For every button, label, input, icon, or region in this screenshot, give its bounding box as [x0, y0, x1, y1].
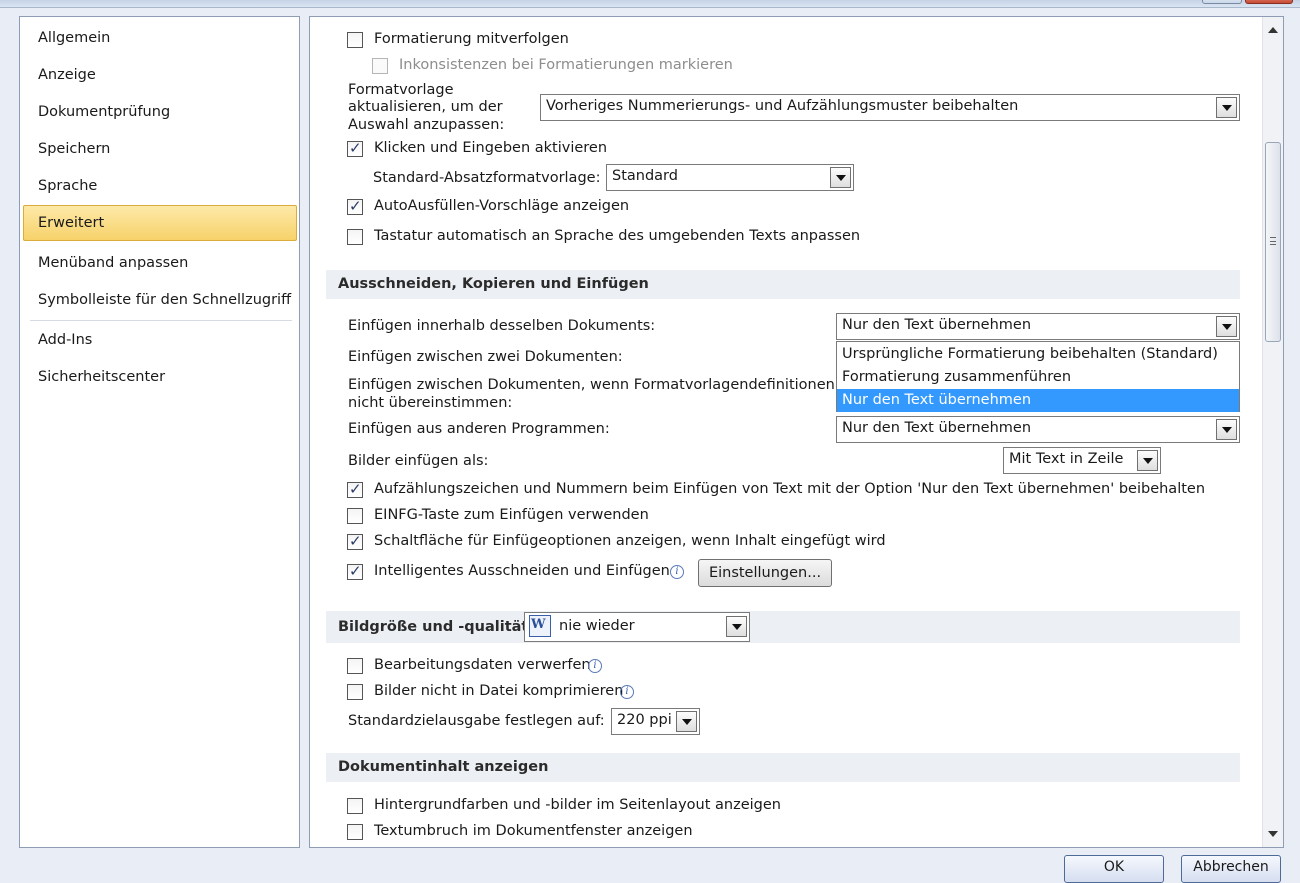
paste-conflict-label-line2: nicht übereinstimmen: — [348, 395, 513, 411]
paste-within-doc-value: Nur den Text übernehmen — [842, 317, 1032, 333]
chevron-down-icon[interactable] — [830, 167, 851, 188]
ok-button[interactable]: OK — [1064, 855, 1164, 883]
sidebar-item-allgemein[interactable]: Allgemein — [38, 30, 110, 46]
paste-options-dropdown-list[interactable]: Ursprüngliche Formatierung beibehalten (… — [836, 341, 1240, 412]
no-compress-label: Bilder nicht in Datei komprimieren — [374, 683, 624, 699]
sidebar-item-dokumentpruefung[interactable]: Dokumentprüfung — [38, 104, 170, 120]
chevron-down-icon[interactable] — [1216, 419, 1237, 440]
image-quality-document-dropdown[interactable]: nie wieder — [524, 612, 750, 642]
chevron-down-icon[interactable] — [676, 711, 697, 732]
vertical-scrollbar[interactable] — [1262, 17, 1283, 847]
keyboard-lang-label: Tastatur automatisch an Sprache des umge… — [374, 228, 861, 244]
image-quality-title: Bildgröße und -qualität — [338, 619, 529, 635]
word-document-icon — [529, 615, 551, 637]
default-para-style-dropdown[interactable]: Standard — [606, 164, 854, 191]
chevron-down-icon[interactable] — [1216, 316, 1237, 337]
style-update-dropdown[interactable]: Vorheriges Nummerierungs- und Aufzählung… — [540, 94, 1240, 121]
sidebar-item-erweitert[interactable]: Erweitert — [23, 205, 297, 241]
scroll-down-icon[interactable] — [1268, 831, 1278, 837]
paste-between-docs-label: Einfügen zwischen zwei Dokumenten: — [348, 349, 623, 365]
default-target-label: Standardzielausgabe festlegen auf: — [348, 713, 605, 729]
click-and-type-checkbox[interactable] — [347, 139, 363, 157]
text-wrap-label: Textumbruch im Dokumentfenster anzeigen — [374, 823, 693, 839]
keep-bullets-label: Aufzählungszeichen und Nummern beim Einf… — [374, 481, 1206, 497]
chevron-down-icon[interactable] — [1216, 97, 1237, 118]
discard-editing-checkbox[interactable] — [347, 658, 363, 674]
scrollbar-thumb[interactable] — [1265, 142, 1281, 342]
scroll-up-icon[interactable] — [1268, 27, 1278, 33]
discard-editing-label: Bearbeitungsdaten verwerfen — [374, 657, 591, 673]
paste-other-programs-dropdown[interactable]: Nur den Text übernehmen — [836, 416, 1240, 443]
dropdown-option-merge-formatting[interactable]: Formatierung zusammenführen — [837, 366, 1239, 389]
autocomplete-checkbox[interactable] — [347, 197, 363, 215]
chevron-down-icon[interactable] — [1137, 450, 1158, 471]
default-para-style-value: Standard — [612, 168, 678, 184]
sidebar-item-symbolleiste[interactable]: Symbolleiste für den Schnellzugriff — [38, 292, 291, 308]
sidebar-item-sprache[interactable]: Sprache — [38, 178, 97, 194]
cancel-button[interactable]: Abbrechen — [1181, 855, 1281, 883]
section-header-image-quality: Bildgröße und -qualität — [326, 611, 1240, 643]
text-wrap-checkbox[interactable] — [347, 824, 363, 840]
dropdown-option-text-only[interactable]: Nur den Text übernehmen — [837, 389, 1239, 412]
insert-pictures-label: Bilder einfügen als: — [348, 453, 489, 469]
autocomplete-label: AutoAusfüllen-Vorschläge anzeigen — [374, 198, 630, 214]
track-formatting-label: Formatierung mitverfolgen — [374, 31, 569, 47]
paste-options-button-label: Schaltfläche für Einfügeoptionen anzeige… — [374, 533, 886, 549]
insert-key-label: EINFG-Taste zum Einfügen verwenden — [374, 507, 649, 523]
sidebar-item-menueband-anpassen[interactable]: Menüband anpassen — [38, 255, 188, 271]
keyboard-lang-checkbox[interactable] — [347, 229, 363, 245]
style-update-label-line2: aktualisieren, um der — [348, 99, 503, 115]
default-para-style-label: Standard-Absatzformatvorlage: — [373, 170, 601, 186]
window-titlebar — [0, 0, 1300, 8]
smart-cut-checkbox[interactable] — [347, 562, 363, 580]
maximize-button[interactable] — [1202, 0, 1242, 4]
section-header-cut-copy-paste: Ausschneiden, Kopieren und Einfügen — [326, 270, 1240, 299]
sidebar-divider — [30, 320, 292, 321]
mark-inconsistencies-label: Inkonsistenzen bei Formatierungen markie… — [399, 57, 733, 73]
paste-other-programs-label: Einfügen aus anderen Programmen: — [348, 421, 610, 437]
smart-cut-settings-button[interactable]: Einstellungen... — [698, 559, 832, 587]
insert-pictures-value: Mit Text in Zeile — [1009, 451, 1124, 467]
options-content-panel: Formatierung mitverfolgen Inkonsistenzen… — [309, 16, 1284, 848]
smart-cut-label: Intelligentes Ausschneiden und Einfügen — [374, 563, 670, 579]
keep-bullets-checkbox[interactable] — [347, 480, 363, 498]
info-icon[interactable]: i — [620, 685, 634, 699]
style-update-label-line1: Formatvorlage — [348, 82, 454, 98]
sidebar-item-speichern[interactable]: Speichern — [38, 141, 110, 157]
bg-colors-label: Hintergrundfarben und -bilder im Seitenl… — [374, 797, 781, 813]
bg-colors-checkbox[interactable] — [347, 798, 363, 814]
paste-within-doc-dropdown[interactable]: Nur den Text übernehmen — [836, 313, 1240, 340]
paste-other-programs-value: Nur den Text übernehmen — [842, 420, 1032, 436]
sidebar-item-anzeige[interactable]: Anzeige — [38, 67, 96, 83]
info-icon[interactable]: i — [588, 659, 602, 673]
info-icon[interactable]: i — [670, 565, 684, 579]
section-header-document-content: Dokumentinhalt anzeigen — [326, 753, 1240, 782]
track-formatting-checkbox[interactable] — [347, 32, 363, 48]
image-quality-document-value: nie wieder — [559, 618, 635, 634]
style-update-value: Vorheriges Nummerierungs- und Aufzählung… — [546, 98, 1019, 114]
paste-options-button-checkbox[interactable] — [347, 532, 363, 550]
insert-key-checkbox[interactable] — [347, 508, 363, 524]
paste-conflict-label-line1: Einfügen zwischen Dokumenten, wenn Forma… — [348, 377, 835, 393]
style-update-label-line3: Auswahl anzupassen: — [348, 117, 505, 133]
sidebar-item-add-ins[interactable]: Add-Ins — [38, 332, 92, 348]
mark-inconsistencies-checkbox[interactable] — [372, 58, 388, 74]
close-button[interactable] — [1245, 0, 1293, 4]
default-target-value: 220 ppi — [617, 712, 672, 728]
sidebar-item-sicherheitscenter[interactable]: Sicherheitscenter — [38, 369, 165, 385]
insert-pictures-dropdown[interactable]: Mit Text in Zeile — [1003, 447, 1161, 474]
grip-icon — [1270, 237, 1276, 245]
click-and-type-label: Klicken und Eingeben aktivieren — [374, 140, 608, 156]
dropdown-option-keep-formatting[interactable]: Ursprüngliche Formatierung beibehalten (… — [837, 343, 1239, 366]
default-target-dropdown[interactable]: 220 ppi — [611, 708, 700, 735]
options-sidebar: Allgemein Anzeige Dokumentprüfung Speich… — [19, 16, 300, 848]
paste-within-doc-label: Einfügen innerhalb desselben Dokuments: — [348, 318, 656, 334]
chevron-down-icon[interactable] — [726, 616, 747, 637]
no-compress-checkbox[interactable] — [347, 684, 363, 700]
